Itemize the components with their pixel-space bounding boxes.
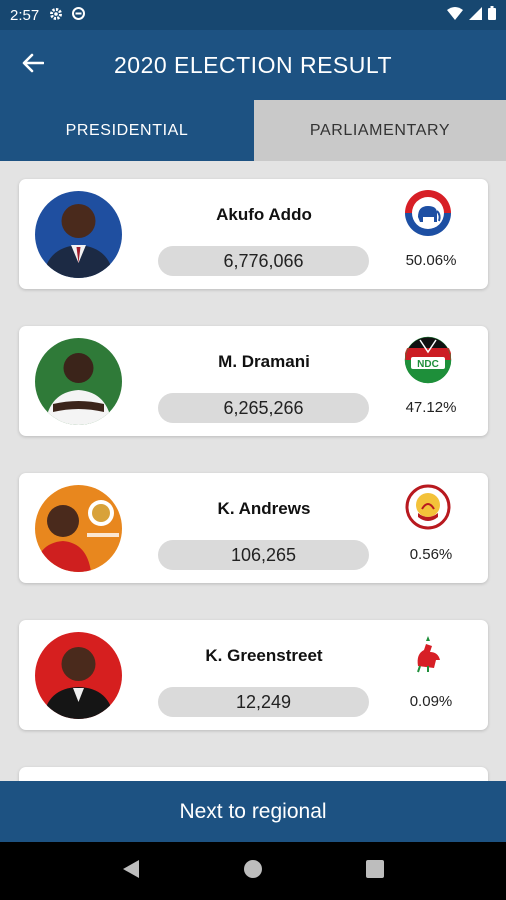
candidate-list[interactable]: Akufo Addo 6,776,066 50.06% M. Dramani 6… [0, 161, 506, 781]
gum-logo [404, 483, 452, 531]
ndc-logo-text: NDC [417, 359, 439, 370]
tab-bar: PRESIDENTIAL PARLIAMENTARY [0, 100, 506, 161]
tab-presidential[interactable]: PRESIDENTIAL [0, 100, 254, 161]
settings-icon [49, 7, 63, 24]
tab-parliamentary[interactable]: PARLIAMENTARY [254, 100, 506, 161]
nav-home-icon[interactable] [243, 859, 263, 884]
back-button[interactable] [0, 30, 66, 100]
status-bar: 2:57 [0, 0, 506, 30]
candidate-card[interactable]: K. Greenstreet 12,249 0.09% [19, 620, 488, 730]
ndc-logo: NDC [404, 336, 452, 384]
page-title: 2020 ELECTION RESULT [113, 51, 392, 78]
vote-count: 6,265,266 [158, 393, 369, 423]
arrow-back-icon [22, 53, 45, 78]
candidate-name: K. Andrews [217, 499, 311, 518]
nav-back-icon[interactable] [122, 859, 140, 884]
navigation-bar [0, 842, 506, 900]
candidate-name: Akufo Addo [216, 205, 312, 224]
vote-count: 6,776,066 [158, 246, 369, 276]
vote-percentage: 50.06% [405, 252, 457, 269]
npp-elephant-logo [404, 189, 452, 237]
app-bar: 2020 ELECTION RESULT [0, 30, 506, 100]
next-to-regional-button[interactable]: Next to regional [0, 781, 506, 842]
candidate-card[interactable] [19, 767, 488, 781]
candidate-card[interactable]: M. Dramani 6,265,266 NDC 47.12% [19, 326, 488, 436]
cpp-cockerel-logo [404, 630, 452, 678]
candidate-name: K. Greenstreet [205, 646, 323, 665]
vote-percentage: 47.12% [405, 399, 457, 416]
candidate-photo [35, 632, 122, 719]
candidate-name: M. Dramani [218, 352, 310, 371]
candidate-photo [35, 191, 122, 278]
vote-percentage: 0.09% [409, 693, 453, 710]
candidate-card[interactable]: K. Andrews 106,265 0.56% [19, 473, 488, 583]
nav-recents-icon[interactable] [366, 859, 385, 883]
vote-count: 106,265 [158, 540, 369, 570]
candidate-photo [35, 338, 122, 425]
candidate-photo [35, 485, 122, 572]
signal-icon [469, 6, 482, 24]
vote-percentage: 0.56% [409, 546, 453, 563]
data-saver-icon [71, 6, 86, 24]
battery-icon [488, 6, 496, 24]
vote-count: 12,249 [158, 687, 369, 717]
status-time: 2:57 [10, 6, 40, 24]
candidate-card[interactable]: Akufo Addo 6,776,066 50.06% [19, 179, 488, 289]
wifi-icon [447, 6, 463, 24]
